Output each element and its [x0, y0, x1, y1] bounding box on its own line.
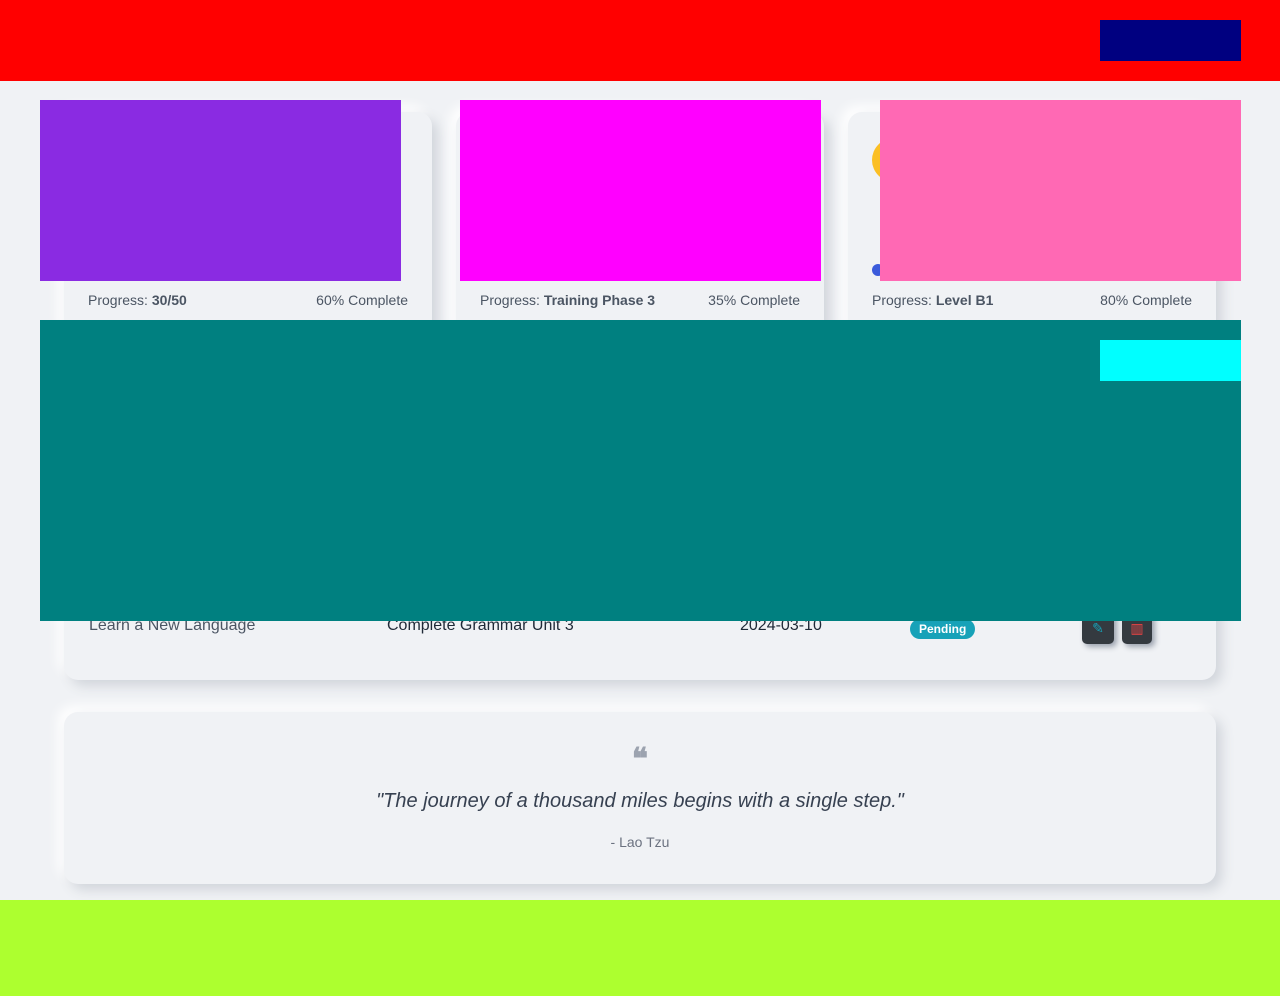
- table-action-button[interactable]: [1100, 340, 1241, 381]
- status-badge: Pending: [910, 619, 976, 639]
- goal-progress-1: Progress: 30/50 60% Complete: [88, 292, 408, 308]
- edit-icon: ✎: [1092, 619, 1104, 636]
- goal-progress-3: Progress: Level B1 80% Complete: [872, 292, 1192, 308]
- header-bar: [0, 0, 1280, 81]
- goal-card-2-overlay: [460, 100, 821, 281]
- footer-bar: [0, 900, 1280, 996]
- goal-card-1-overlay: [40, 100, 401, 281]
- trash-icon: ▥: [1130, 619, 1144, 636]
- header-button[interactable]: [1100, 20, 1241, 61]
- goal-card-3-overlay: [880, 100, 1241, 281]
- quote-author: - Lao Tzu: [610, 834, 670, 850]
- quote-icon: ❝: [631, 742, 649, 777]
- table-overlay: [40, 320, 1241, 621]
- goal-progress-2: Progress: Training Phase 3 35% Complete: [480, 292, 800, 308]
- quote-text: "The journey of a thousand miles begins …: [376, 790, 904, 812]
